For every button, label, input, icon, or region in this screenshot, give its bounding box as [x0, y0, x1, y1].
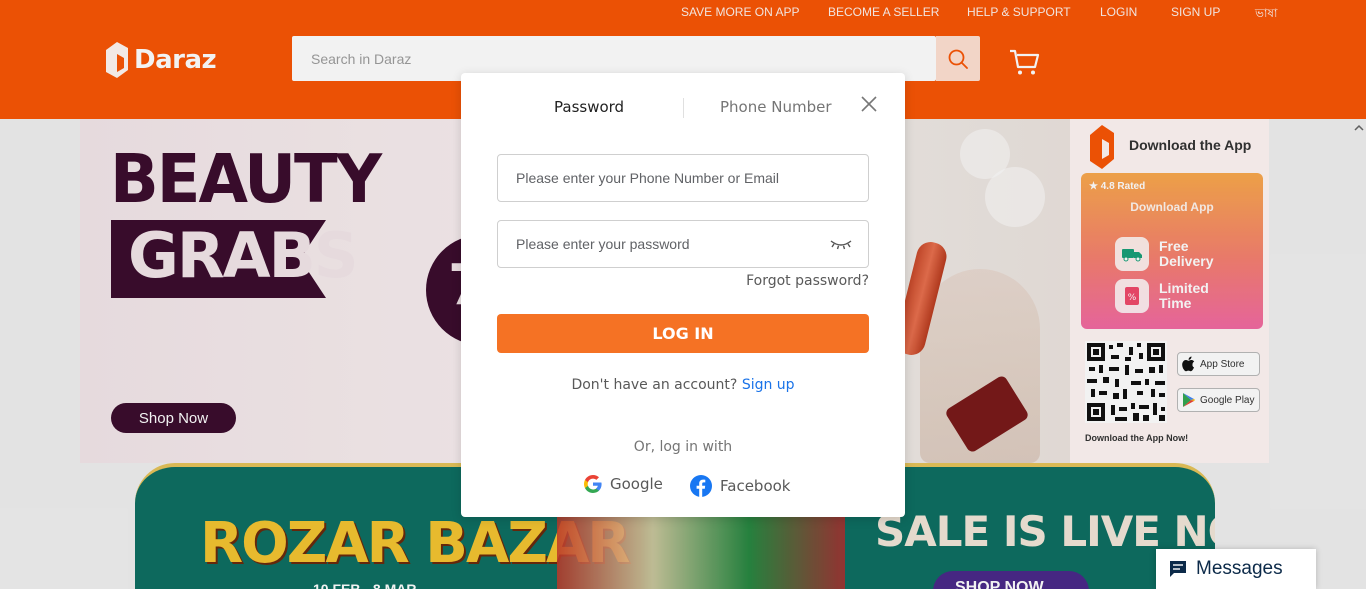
tab-divider [683, 98, 684, 118]
password-input[interactable] [498, 221, 868, 267]
facebook-icon [690, 475, 712, 497]
facebook-label: Facebook [720, 477, 791, 495]
password-field [497, 220, 869, 268]
messages-widget[interactable]: Messages [1156, 549, 1316, 589]
login-button[interactable]: LOG IN [497, 314, 869, 353]
eye-closed-icon[interactable] [830, 237, 852, 251]
tab-password[interactable]: Password [554, 98, 624, 116]
no-account-text: Don't have an account? [571, 377, 738, 393]
or-login-with-text: Or, log in with [633, 439, 733, 455]
phone-email-input[interactable] [498, 155, 868, 201]
facebook-login-button[interactable]: Facebook [690, 475, 790, 497]
forgot-password-link[interactable]: Forgot password? [746, 273, 869, 289]
phone-email-field [497, 154, 869, 202]
signup-prompt: Don't have an account? Sign up [461, 377, 905, 393]
google-label: Google [610, 475, 663, 493]
login-modal: Password Phone Number Forgot password? L… [461, 73, 905, 517]
tab-phone-number[interactable]: Phone Number [720, 98, 832, 116]
google-login-button[interactable]: Google [584, 475, 663, 493]
signup-link[interactable]: Sign up [742, 377, 795, 393]
close-icon[interactable] [859, 94, 879, 114]
messages-label: Messages [1196, 558, 1283, 579]
google-icon [584, 475, 602, 493]
chat-bubble-icon [1170, 561, 1186, 577]
